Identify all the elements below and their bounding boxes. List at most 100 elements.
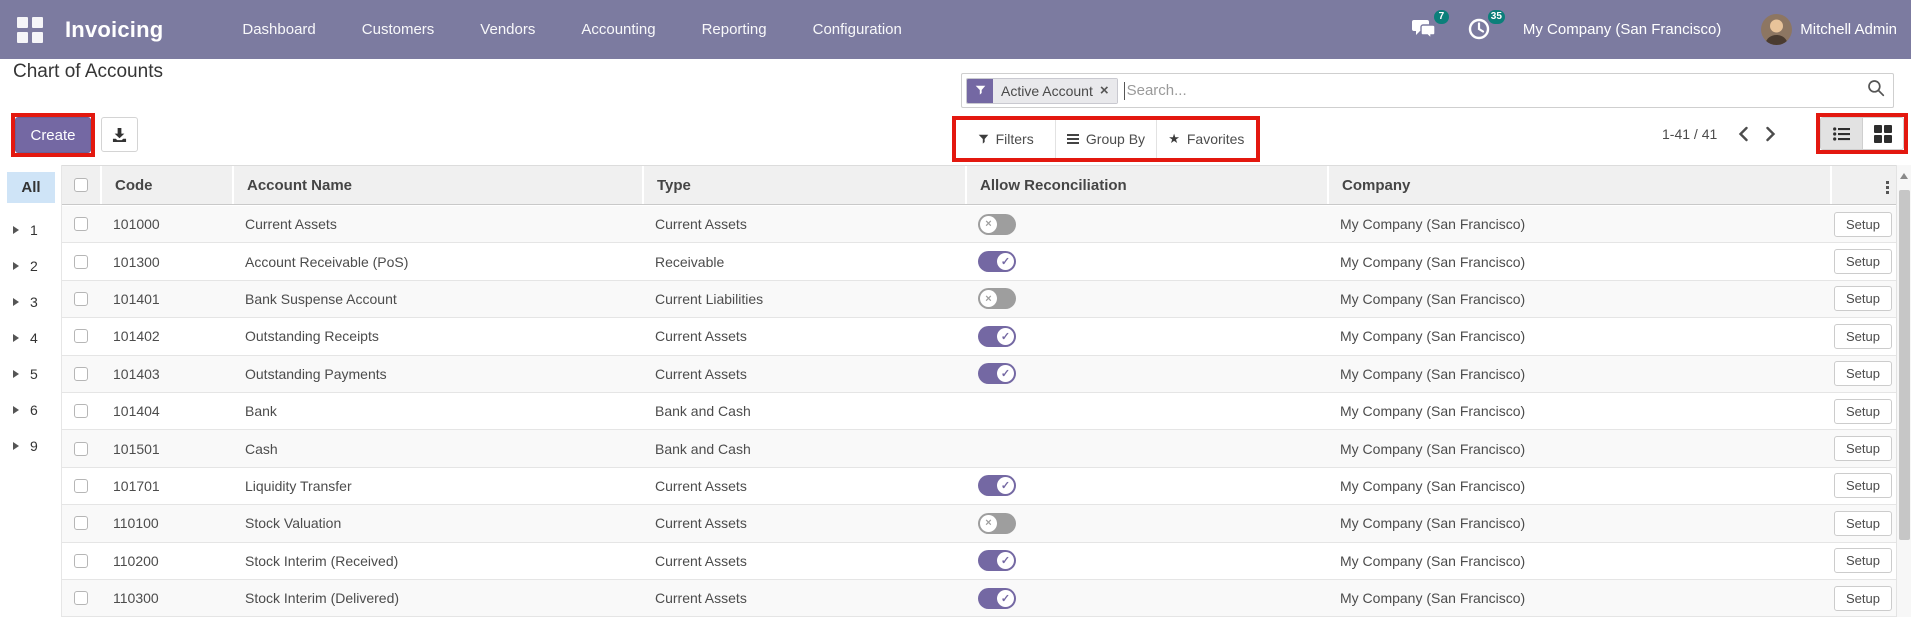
nav-menu-item[interactable]: Accounting: [558, 1, 678, 58]
column-header-account-name[interactable]: Account Name: [232, 166, 642, 204]
table-row[interactable]: 101401 Bank Suspense Account Current Lia…: [62, 280, 1896, 319]
messages-button[interactable]: 7: [1411, 9, 1449, 43]
table-row[interactable]: 101701 Liquidity Transfer Current Assets…: [62, 467, 1896, 506]
search-icon[interactable]: [1867, 79, 1885, 102]
setup-button[interactable]: Setup: [1834, 361, 1892, 387]
table-row[interactable]: 101000 Current Assets Current Assets × M…: [62, 206, 1896, 244]
cell-type: Current Assets: [655, 552, 747, 569]
favorites-button[interactable]: ★ Favorites: [1155, 120, 1256, 158]
nav-menu-item[interactable]: Customers: [339, 1, 458, 58]
row-checkbox[interactable]: [74, 217, 88, 232]
page-title: Chart of Accounts: [13, 61, 163, 82]
search-input[interactable]: [1126, 82, 1861, 99]
sidebar-group-item[interactable]: 4: [0, 320, 61, 356]
nav-menu-item[interactable]: Vendors: [457, 1, 558, 58]
annotation-box-filters: Filters Group By ★ Favorites: [952, 116, 1260, 162]
reconciliation-toggle[interactable]: ✓: [978, 550, 1016, 572]
reconciliation-toggle[interactable]: ×: [978, 288, 1016, 310]
toggle-knob-icon: ✓: [997, 589, 1014, 607]
search-bar[interactable]: Active Account ×: [961, 73, 1894, 108]
reconciliation-toggle[interactable]: ✓: [978, 475, 1016, 497]
cell-code: 101501: [113, 440, 160, 457]
column-header-company[interactable]: Company: [1327, 166, 1830, 204]
row-checkbox[interactable]: [74, 441, 88, 456]
cell-code: 110100: [113, 515, 159, 532]
row-checkbox[interactable]: [74, 591, 88, 606]
row-checkbox[interactable]: [74, 329, 88, 344]
reconciliation-toggle[interactable]: ✓: [978, 325, 1016, 347]
export-button[interactable]: [101, 117, 138, 152]
sidebar-group-label: 4: [30, 330, 38, 346]
nav-menu-item[interactable]: Reporting: [679, 1, 790, 58]
row-checkbox[interactable]: [74, 254, 88, 269]
app-name[interactable]: Invoicing: [65, 17, 163, 43]
setup-button[interactable]: Setup: [1834, 286, 1892, 312]
search-facet-active-account[interactable]: Active Account ×: [966, 77, 1118, 104]
facet-remove-icon[interactable]: ×: [1100, 83, 1109, 98]
row-checkbox[interactable]: [74, 366, 88, 381]
company-switcher[interactable]: My Company (San Francisco): [1523, 21, 1721, 38]
sidebar-group-item[interactable]: 1: [0, 212, 61, 248]
setup-button[interactable]: Setup: [1834, 548, 1892, 574]
table-row[interactable]: 110100 Stock Valuation Current Assets × …: [62, 505, 1896, 543]
setup-button[interactable]: Setup: [1834, 323, 1892, 349]
sidebar-item-all[interactable]: All: [7, 172, 55, 203]
reconciliation-toggle[interactable]: ×: [978, 213, 1016, 235]
setup-button[interactable]: Setup: [1834, 585, 1892, 611]
row-checkbox[interactable]: [74, 291, 88, 306]
sidebar-group-item[interactable]: 5: [0, 356, 61, 392]
filters-button[interactable]: Filters: [956, 120, 1056, 158]
kanban-view-button[interactable]: [1861, 118, 1903, 149]
setup-button[interactable]: Setup: [1834, 510, 1892, 536]
table-row[interactable]: 101402 Outstanding Receipts Current Asse…: [62, 318, 1896, 356]
pager-next-icon[interactable]: [1764, 126, 1777, 142]
sidebar-group-item[interactable]: 6: [0, 392, 61, 428]
nav-menu-item[interactable]: Dashboard: [219, 1, 338, 58]
setup-button[interactable]: Setup: [1834, 398, 1892, 424]
user-menu[interactable]: Mitchell Admin: [1800, 21, 1897, 38]
cell-account-name: Outstanding Receipts: [245, 328, 379, 345]
sidebar-group-item[interactable]: 3: [0, 284, 61, 320]
group-by-button[interactable]: Group By: [1055, 120, 1156, 158]
optional-columns-icon[interactable]: [1884, 179, 1891, 196]
pager-previous-icon[interactable]: [1737, 126, 1750, 142]
cell-account-name: Account Receivable (PoS): [245, 253, 409, 270]
setup-button[interactable]: Setup: [1834, 211, 1892, 237]
nav-menu-item[interactable]: Configuration: [790, 1, 925, 58]
activity-clock-icon: [1468, 18, 1490, 39]
user-avatar[interactable]: [1761, 14, 1793, 45]
row-checkbox[interactable]: [74, 516, 88, 531]
select-all-checkbox[interactable]: [74, 178, 88, 192]
sidebar-group-item[interactable]: 9: [0, 428, 61, 464]
reconciliation-toggle[interactable]: ×: [978, 512, 1016, 534]
column-header-code[interactable]: Code: [100, 166, 232, 204]
reconciliation-toggle[interactable]: ✓: [978, 251, 1016, 273]
table-row[interactable]: 101404 Bank Bank and Cash My Company (Sa…: [62, 392, 1896, 431]
table-row[interactable]: 110200 Stock Interim (Received) Current …: [62, 542, 1896, 580]
table-row[interactable]: 101300 Account Receivable (PoS) Receivab…: [62, 243, 1896, 281]
row-checkbox[interactable]: [74, 553, 88, 568]
table-row[interactable]: 101501 Cash Bank and Cash My Company (Sa…: [62, 430, 1896, 468]
sidebar-group-label: 5: [30, 366, 38, 382]
list-view-icon: [1832, 126, 1850, 141]
column-header-type[interactable]: Type: [642, 166, 965, 204]
sidebar-group-item[interactable]: 2: [0, 248, 61, 284]
table-row[interactable]: 110300 Stock Interim (Delivered) Current…: [62, 579, 1896, 617]
vertical-scrollbar[interactable]: [1896, 165, 1911, 617]
list-view-button[interactable]: [1821, 118, 1862, 149]
column-header-allow-reconciliation[interactable]: Allow Reconciliation: [965, 166, 1327, 204]
setup-button[interactable]: Setup: [1834, 436, 1892, 462]
reconciliation-toggle[interactable]: ✓: [978, 587, 1016, 609]
activities-button[interactable]: 35: [1467, 9, 1505, 43]
setup-button[interactable]: Setup: [1834, 473, 1892, 499]
create-button[interactable]: Create: [15, 117, 91, 153]
setup-button[interactable]: Setup: [1834, 249, 1892, 275]
table-body: 101000 Current Assets Current Assets × M…: [62, 206, 1896, 617]
table-row[interactable]: 101403 Outstanding Payments Current Asse…: [62, 355, 1896, 393]
row-checkbox[interactable]: [74, 478, 88, 493]
row-checkbox[interactable]: [74, 404, 88, 419]
scrollbar-up-arrow-icon[interactable]: [1900, 173, 1908, 179]
apps-menu-icon[interactable]: [17, 16, 43, 43]
reconciliation-toggle[interactable]: ✓: [978, 363, 1016, 385]
scrollbar-thumb[interactable]: [1899, 190, 1910, 540]
